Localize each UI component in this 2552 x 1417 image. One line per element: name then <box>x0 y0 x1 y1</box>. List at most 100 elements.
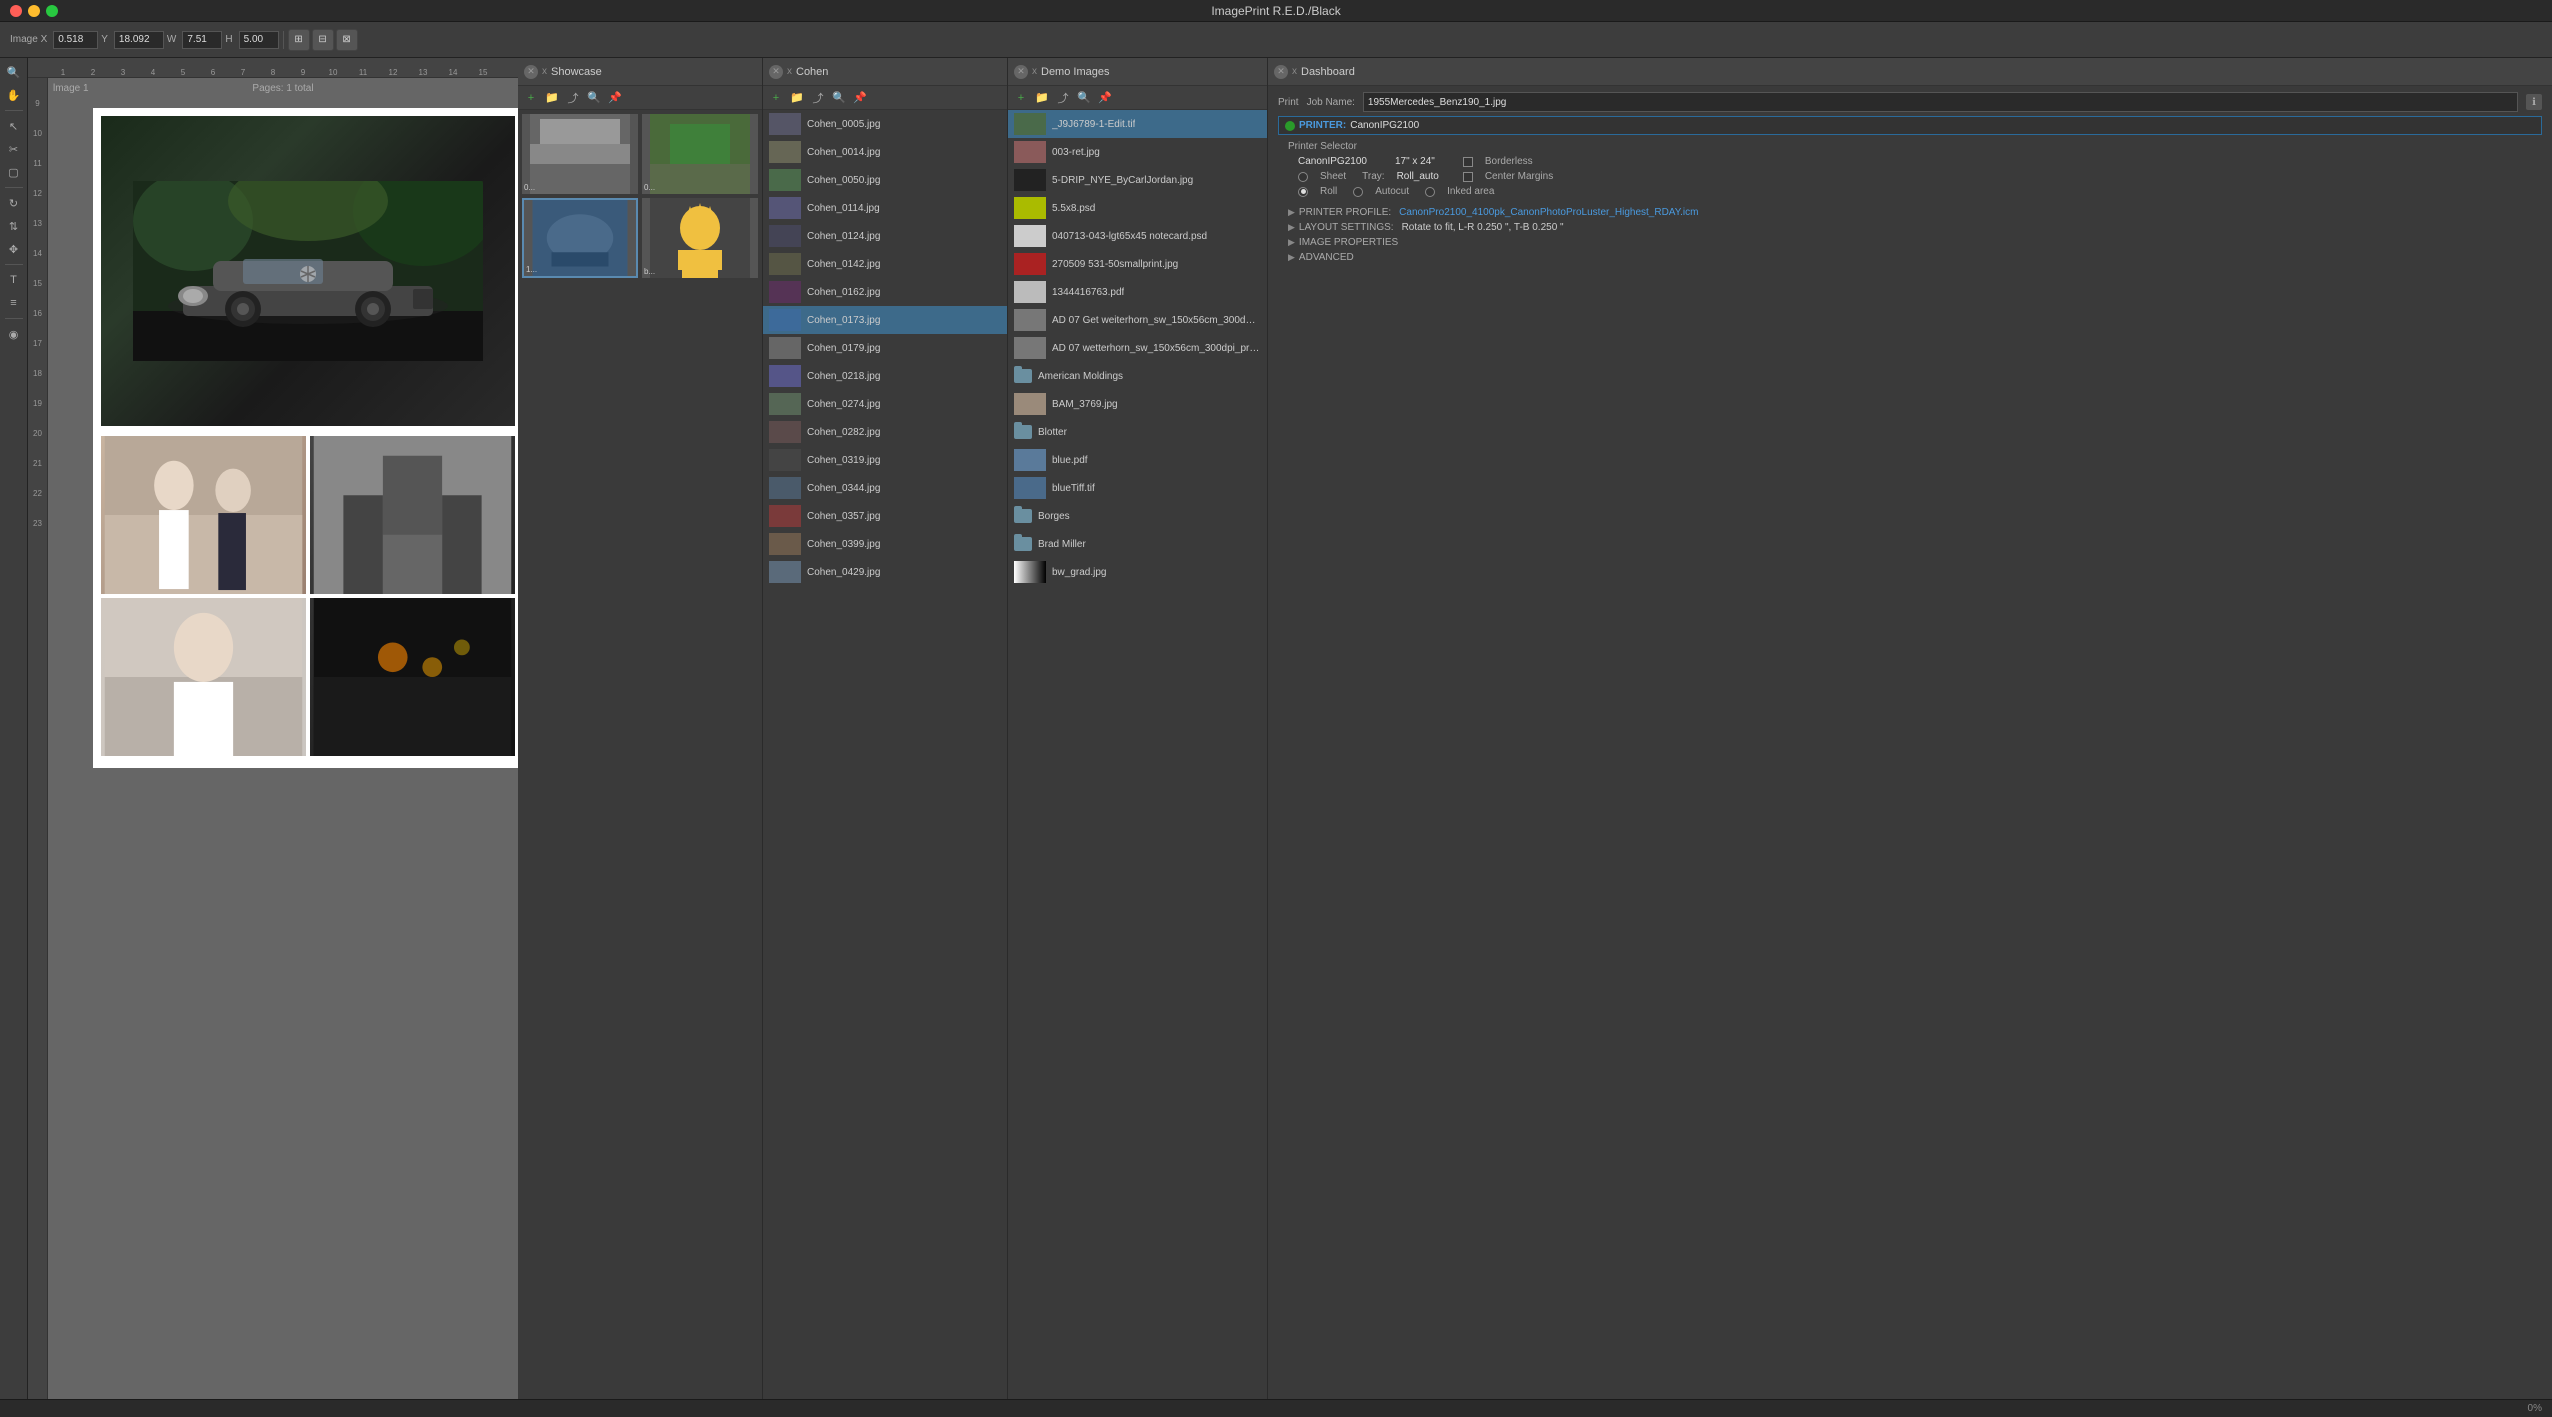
showcase-pin-btn[interactable]: 📌 <box>606 89 624 107</box>
cohen-file-0282[interactable]: Cohen_0282.jpg <box>763 418 1007 446</box>
showcase-search-btn[interactable]: 🔍 <box>585 89 603 107</box>
cohen-file-0162[interactable]: Cohen_0162.jpg <box>763 278 1007 306</box>
demo-file-brad-miller[interactable]: Brad Miller <box>1008 530 1267 558</box>
demo-search-btn[interactable]: 🔍 <box>1075 89 1093 107</box>
showcase-thumb-3-selected[interactable]: 1... <box>522 198 638 278</box>
cohen-file-0344[interactable]: Cohen_0344.jpg <box>763 474 1007 502</box>
demo-file-borges[interactable]: Borges <box>1008 502 1267 530</box>
showcase-close-btn[interactable]: ✕ <box>524 65 538 79</box>
demo-file-bluetiff[interactable]: blueTiff.tif <box>1008 474 1267 502</box>
text-tool[interactable]: T <box>4 270 24 290</box>
cohen-file-0014[interactable]: Cohen_0014.jpg <box>763 138 1007 166</box>
photo-cell-night[interactable] <box>310 598 515 756</box>
demo-thumb-ad07get <box>1014 309 1046 331</box>
align-tool[interactable]: ≡ <box>4 293 24 313</box>
y-input[interactable] <box>114 31 164 49</box>
cohen-file-0173[interactable]: Cohen_0173.jpg <box>763 306 1007 334</box>
photo-cell-architecture[interactable] <box>310 436 515 594</box>
cohen-file-0124[interactable]: Cohen_0124.jpg <box>763 222 1007 250</box>
center-margins-checkbox[interactable] <box>1463 172 1473 182</box>
close-button[interactable] <box>10 5 22 17</box>
demo-open-btn[interactable]: ⤴ <box>1054 89 1072 107</box>
sheet-radio[interactable] <box>1298 172 1308 182</box>
layout-btn[interactable]: ⊟ <box>312 29 334 51</box>
job-info-btn[interactable]: ℹ <box>2526 94 2542 110</box>
demo-file-003[interactable]: 003-ret.jpg <box>1008 138 1267 166</box>
demo-name-borges: Borges <box>1038 511 1070 522</box>
showcase-open-btn[interactable]: ⤴ <box>564 89 582 107</box>
cohen-open-btn[interactable]: ⤴ <box>809 89 827 107</box>
cohen-search-btn[interactable]: 🔍 <box>830 89 848 107</box>
demo-close-btn[interactable]: ✕ <box>1014 65 1028 79</box>
job-name-input[interactable] <box>1363 92 2518 112</box>
cohen-file-0218[interactable]: Cohen_0218.jpg <box>763 362 1007 390</box>
cohen-file-0357[interactable]: Cohen_0357.jpg <box>763 502 1007 530</box>
dashboard-close-btn[interactable]: ✕ <box>1274 65 1288 79</box>
main-photo[interactable] <box>101 116 515 426</box>
ruler-mark-13: 13 <box>408 68 438 77</box>
cohen-add-btn[interactable]: + <box>767 89 785 107</box>
cohen-file-0319[interactable]: Cohen_0319.jpg <box>763 446 1007 474</box>
showcase-thumb-1[interactable]: 0... <box>522 114 638 194</box>
demo-file-blotter[interactable]: Blotter <box>1008 418 1267 446</box>
showcase-add-btn[interactable]: + <box>522 89 540 107</box>
cohen-file-0399[interactable]: Cohen_0399.jpg <box>763 530 1007 558</box>
showcase-thumb-4[interactable]: b... <box>642 198 758 278</box>
canvas-content[interactable]: lmage 1 Pages: 1 total <box>48 78 518 1399</box>
roll-radio[interactable] <box>1298 187 1308 197</box>
flip-tool[interactable]: ⇅ <box>4 216 24 236</box>
demo-pin-btn[interactable]: 📌 <box>1096 89 1114 107</box>
demo-file-ad07wet[interactable]: AD 07 wetterhorn_sw_150x56cm_300dpi_prin… <box>1008 334 1267 362</box>
cohen-file-0429[interactable]: Cohen_0429.jpg <box>763 558 1007 586</box>
demo-file-bam[interactable]: BAM_3769.jpg <box>1008 390 1267 418</box>
w-input[interactable] <box>182 31 222 49</box>
grid-btn[interactable]: ⊞ <box>288 29 310 51</box>
inked-area-radio[interactable] <box>1425 187 1435 197</box>
h-input[interactable] <box>239 31 279 49</box>
borderless-checkbox[interactable] <box>1463 157 1473 167</box>
cohen-close-btn[interactable]: ✕ <box>769 65 783 79</box>
color-tool[interactable]: ◉ <box>4 324 24 344</box>
demo-file-040713[interactable]: 040713-043-lgt65x45 notecard.psd <box>1008 222 1267 250</box>
autocut-radio[interactable] <box>1353 187 1363 197</box>
select-tool[interactable]: ▢ <box>4 162 24 182</box>
arrow-tool[interactable]: ↖ <box>4 116 24 136</box>
demo-file-ad07get[interactable]: AD 07 Get weiterhorn_sw_150x56cm_300dpi_… <box>1008 306 1267 334</box>
rotate-tool[interactable]: ↻ <box>4 193 24 213</box>
demo-file-american-moldings[interactable]: American Moldings <box>1008 362 1267 390</box>
maximize-button[interactable] <box>46 5 58 17</box>
photo-cell-person[interactable] <box>101 598 306 756</box>
cohen-pin-btn[interactable]: 📌 <box>851 89 869 107</box>
demo-folder-btn[interactable]: 📁 <box>1033 89 1051 107</box>
minimize-button[interactable] <box>28 5 40 17</box>
cohen-file-0050[interactable]: Cohen_0050.jpg <box>763 166 1007 194</box>
hand-tool[interactable]: ✋ <box>4 85 24 105</box>
cohen-file-0274[interactable]: Cohen_0274.jpg <box>763 390 1007 418</box>
x-input[interactable] <box>53 31 98 49</box>
cohen-file-0114[interactable]: Cohen_0114.jpg <box>763 194 1007 222</box>
demo-file-j9j[interactable]: _J9J6789-1-Edit.tif <box>1008 110 1267 138</box>
demo-file-5x8[interactable]: 5.5x8.psd <box>1008 194 1267 222</box>
photo-cell-bride[interactable] <box>101 436 306 594</box>
move-tool[interactable]: ✥ <box>4 239 24 259</box>
zoom-tool[interactable]: 🔍 <box>4 62 24 82</box>
settings-btn[interactable]: ⊠ <box>336 29 358 51</box>
cohen-file-0179[interactable]: Cohen_0179.jpg <box>763 334 1007 362</box>
crop-tool[interactable]: ✂ <box>4 139 24 159</box>
demo-file-bwgrad[interactable]: bw_grad.jpg <box>1008 558 1267 586</box>
cohen-folder-btn[interactable]: 📁 <box>788 89 806 107</box>
demo-add-btn[interactable]: + <box>1012 89 1030 107</box>
window-controls[interactable] <box>10 5 58 17</box>
showcase-folder-btn[interactable]: 📁 <box>543 89 561 107</box>
showcase-content[interactable]: 0... 0... <box>518 110 762 1399</box>
demo-file-drip[interactable]: 5-DRIP_NYE_ByCarlJordan.jpg <box>1008 166 1267 194</box>
demo-content[interactable]: _J9J6789-1-Edit.tif 003-ret.jpg 5-DRIP_N… <box>1008 110 1267 1399</box>
cohen-content[interactable]: Cohen_0005.jpg Cohen_0014.jpg Cohen_0050… <box>763 110 1007 1399</box>
cohen-file-0142[interactable]: Cohen_0142.jpg <box>763 250 1007 278</box>
demo-file-270509[interactable]: 270509 531-50smallprint.jpg <box>1008 250 1267 278</box>
cohen-file-0005[interactable]: Cohen_0005.jpg <box>763 110 1007 138</box>
demo-file-blue-pdf[interactable]: blue.pdf <box>1008 446 1267 474</box>
demo-file-pdf[interactable]: 1344416763.pdf <box>1008 278 1267 306</box>
folder-blotter-icon <box>1014 425 1032 439</box>
showcase-thumb-2[interactable]: 0... <box>642 114 758 194</box>
